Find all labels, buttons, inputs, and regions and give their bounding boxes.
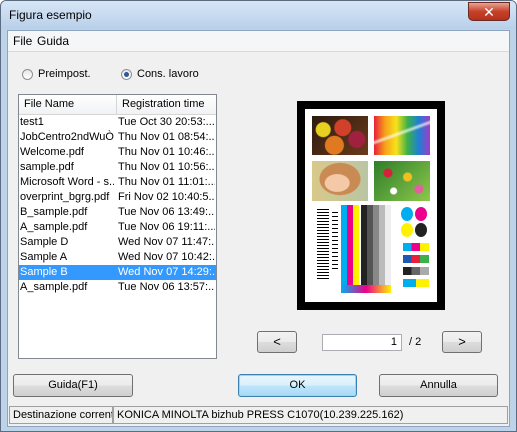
preview-photo-fruits: [312, 116, 368, 155]
preview-photo-flowers: [374, 161, 430, 201]
list-rows: test1 Tue Oct 30 20:53:... JobCentro2ndWu…: [19, 115, 216, 295]
status-label: Destinazione corrente: [9, 406, 113, 424]
cell-name: JobCentro2ndWuÒ...: [20, 131, 114, 143]
column-header-registration-time[interactable]: Registration time: [122, 98, 205, 110]
cell-time: Thu Nov 01 10:46:...: [118, 146, 215, 158]
table-row[interactable]: Welcome.pdf Thu Nov 01 10:46:...: [19, 145, 216, 160]
cell-name: B_sample.pdf: [20, 206, 88, 218]
help-button[interactable]: Guida(F1): [13, 374, 133, 397]
ok-button[interactable]: OK: [238, 374, 357, 397]
chevron-left-icon: <: [273, 334, 281, 349]
cell-time: Wed Nov 07 10:42:...: [118, 251, 215, 263]
cell-name: test1: [20, 116, 44, 128]
table-row[interactable]: Microsoft Word - s... Thu Nov 01 11:01:..…: [19, 175, 216, 190]
status-bar: Destinazione corrente KONICA MINOLTA biz…: [8, 403, 509, 426]
column-header-file-name[interactable]: File Name: [24, 98, 74, 110]
cell-time: Thu Nov 01 10:56:...: [118, 161, 215, 173]
radio-dot-unselected: [22, 68, 33, 80]
close-icon: ✕: [483, 4, 495, 20]
table-row[interactable]: sample.pdf Thu Nov 01 10:56:...: [19, 160, 216, 175]
cell-time: Tue Nov 06 19:11:...: [118, 221, 215, 233]
preview-barcode: [332, 209, 338, 269]
radio-label: Preimpost.: [38, 68, 91, 80]
preview-photo-colorful: [374, 116, 430, 155]
page-number-field[interactable]: 1: [322, 334, 402, 351]
cell-name: Sample B: [20, 266, 68, 278]
table-row[interactable]: Sample D Wed Nov 07 11:47:...: [19, 235, 216, 250]
cell-time: Tue Oct 30 20:53:...: [118, 116, 215, 128]
radio-dot-selected: [121, 68, 132, 80]
preview-page-sheet: [305, 109, 437, 302]
close-button[interactable]: ✕: [468, 2, 510, 21]
cancel-button[interactable]: Annulla: [379, 374, 498, 397]
cell-name: Welcome.pdf: [20, 146, 84, 158]
chevron-right-icon: >: [458, 334, 466, 349]
preview-circle-yellow: [401, 223, 413, 237]
preview-color-patches: [403, 243, 429, 291]
radio-preimpost[interactable]: Preimpost.: [22, 68, 91, 80]
preview-circle-magenta: [415, 207, 427, 221]
radio-label: Cons. lavoro: [137, 68, 199, 80]
cell-name: Sample D: [20, 236, 69, 248]
preview-gradient-strip: [341, 285, 391, 293]
title-bar[interactable]: Figura esempio ✕: [1, 1, 516, 29]
cell-time: Fri Nov 02 10:40:5...: [118, 191, 215, 203]
cell-name: overprint_bgrg.pdf: [20, 191, 110, 203]
table-row[interactable]: A_sample.pdf Tue Nov 06 13:57:...: [19, 280, 216, 295]
column-divider[interactable]: [116, 95, 117, 114]
cell-name: A_sample.pdf: [20, 221, 88, 233]
table-row-selected[interactable]: Sample B Wed Nov 07 14:29:...: [19, 265, 216, 280]
cell-time: Tue Nov 06 13:49:...: [118, 206, 215, 218]
menu-guida[interactable]: Guida: [37, 34, 69, 48]
dialog-window: Figura esempio ✕ File Guida Preimpost. C…: [0, 0, 517, 432]
preview-circle-black: [415, 223, 427, 237]
table-row[interactable]: A_sample.pdf Tue Nov 06 19:11:...: [19, 220, 216, 235]
page-total: / 2: [409, 336, 422, 348]
page-preview: [297, 101, 445, 310]
cell-time: Wed Nov 07 14:29:...: [118, 266, 215, 278]
dialog-client: File Guida Preimpost. Cons. lavoro File …: [7, 30, 510, 427]
table-row[interactable]: B_sample.pdf Tue Nov 06 13:49:...: [19, 205, 216, 220]
preview-circle-cyan: [401, 207, 413, 221]
cell-time: Thu Nov 01 08:54:...: [118, 131, 215, 143]
table-row[interactable]: test1 Tue Oct 30 20:53:...: [19, 115, 216, 130]
next-page-button[interactable]: >: [442, 331, 482, 353]
menu-bar: File Guida: [8, 31, 509, 52]
status-destination: KONICA MINOLTA bizhub PRESS C1070(10.239…: [113, 406, 508, 424]
file-list[interactable]: File Name Registration time test1 Tue Oct…: [18, 94, 217, 359]
cell-name: Sample A: [20, 251, 68, 263]
prev-page-button[interactable]: <: [257, 331, 297, 353]
preview-barcode: [317, 209, 329, 279]
radio-cons-lavoro[interactable]: Cons. lavoro: [121, 68, 199, 80]
preview-photo-portrait: [312, 161, 368, 201]
table-row[interactable]: overprint_bgrg.pdf Fri Nov 02 10:40:5...: [19, 190, 216, 205]
window-title: Figura esempio: [9, 8, 92, 22]
cell-name: A_sample.pdf: [20, 281, 88, 293]
cell-name: sample.pdf: [20, 161, 74, 173]
table-row[interactable]: JobCentro2ndWuÒ... Thu Nov 01 08:54:...: [19, 130, 216, 145]
list-header: File Name Registration time: [19, 95, 216, 115]
preview-color-bars: [341, 205, 391, 285]
cell-time: Tue Nov 06 13:57:...: [118, 281, 215, 293]
cell-time: Wed Nov 07 11:47:...: [118, 236, 215, 248]
table-row[interactable]: Sample A Wed Nov 07 10:42:...: [19, 250, 216, 265]
cell-time: Thu Nov 01 11:01:...: [118, 176, 215, 188]
cell-name: Microsoft Word - s...: [20, 176, 114, 188]
menu-file[interactable]: File: [13, 34, 32, 48]
